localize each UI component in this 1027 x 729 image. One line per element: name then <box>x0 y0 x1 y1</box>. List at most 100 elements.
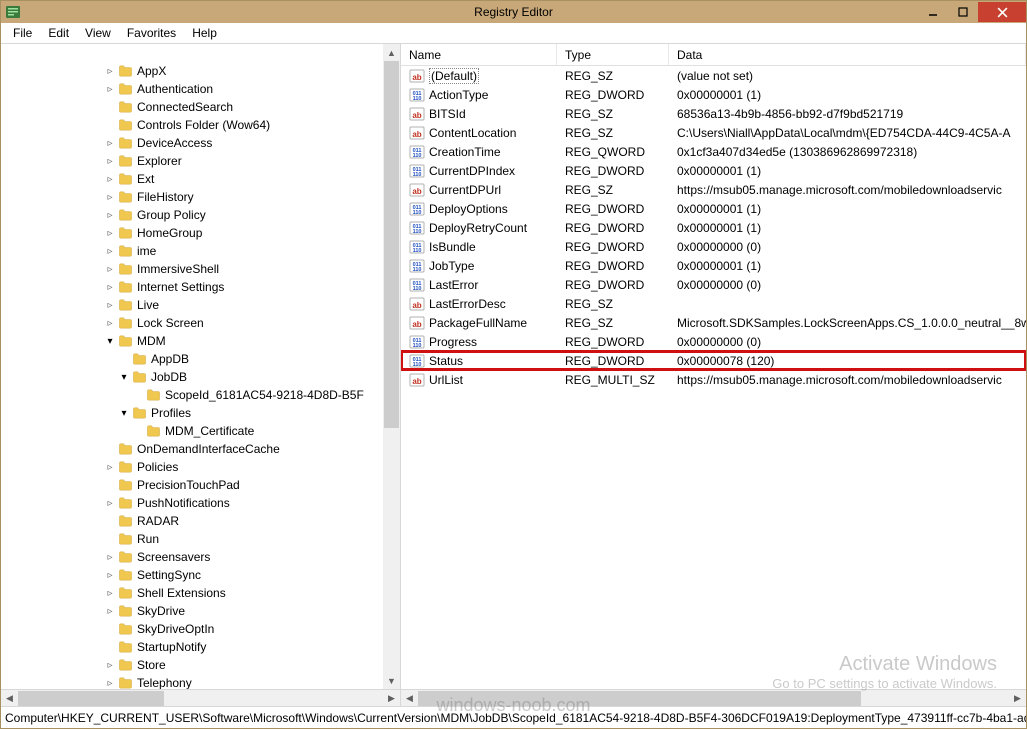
tree-item[interactable]: ▹Store <box>5 656 400 674</box>
column-header-type[interactable]: Type <box>557 44 669 65</box>
tree-item[interactable]: ▹PushNotifications <box>5 494 400 512</box>
tree-item[interactable]: ▹Screensavers <box>5 548 400 566</box>
expand-icon[interactable]: ▹ <box>103 318 117 329</box>
collapse-icon[interactable]: ▾ <box>117 408 131 419</box>
tree-hscrollbar[interactable]: ◀ ▶ <box>1 689 400 706</box>
values-hscrollbar[interactable]: ◀ ▶ <box>401 689 1026 706</box>
expand-icon[interactable]: ▹ <box>103 552 117 563</box>
expand-icon[interactable]: ▹ <box>103 228 117 239</box>
tree-item[interactable]: ▹DeviceAccess <box>5 134 400 152</box>
expand-icon[interactable]: ▹ <box>103 282 117 293</box>
tree-item[interactable]: ▾MDM <box>5 332 400 350</box>
tree-item[interactable]: ▹SkyDrive <box>5 602 400 620</box>
tree-item[interactable]: ▾Profiles <box>5 404 400 422</box>
value-row[interactable]: 011110StatusREG_DWORD0x00000078 (120) <box>401 351 1026 370</box>
expand-icon[interactable]: ▹ <box>103 498 117 509</box>
close-button[interactable] <box>978 2 1026 22</box>
value-row[interactable]: 011110CurrentDPIndexREG_DWORD0x00000001 … <box>401 161 1026 180</box>
tree-item[interactable]: ▹AppX <box>5 62 400 80</box>
tree-item[interactable]: ▹HomeGroup <box>5 224 400 242</box>
tree-item[interactable]: ▹ime <box>5 242 400 260</box>
expand-icon[interactable]: ▹ <box>103 84 117 95</box>
tree-item[interactable]: Controls Folder (Wow64) <box>5 116 400 134</box>
value-row[interactable]: 011110ProgressREG_DWORD0x00000000 (0) <box>401 332 1026 351</box>
tree-vscrollbar[interactable]: ▲ ▼ <box>383 44 400 689</box>
menu-help[interactable]: Help <box>184 24 225 42</box>
tree-item[interactable]: ▹Lock Screen <box>5 314 400 332</box>
expand-icon[interactable]: ▹ <box>103 588 117 599</box>
column-header-data[interactable]: Data <box>669 44 1026 65</box>
tree-item[interactable]: ▹Telephony <box>5 674 400 689</box>
expand-icon[interactable]: ▹ <box>103 66 117 77</box>
collapse-icon[interactable]: ▾ <box>103 336 117 347</box>
expand-icon[interactable]: ▹ <box>103 570 117 581</box>
scroll-left-icon[interactable]: ◀ <box>401 690 418 707</box>
value-row[interactable]: 011110LastErrorREG_DWORD0x00000000 (0) <box>401 275 1026 294</box>
tree-item[interactable]: ▹Policies <box>5 458 400 476</box>
value-row[interactable]: 011110CreationTimeREG_QWORD0x1cf3a407d34… <box>401 142 1026 161</box>
expand-icon[interactable]: ▹ <box>103 174 117 185</box>
tree-item[interactable]: ConnectedSearch <box>5 98 400 116</box>
expand-icon[interactable]: ▹ <box>103 264 117 275</box>
value-row[interactable]: ab(Default)REG_SZ(value not set) <box>401 66 1026 85</box>
value-row[interactable]: abCurrentDPUrlREG_SZhttps://msub05.manag… <box>401 180 1026 199</box>
scroll-thumb[interactable] <box>18 691 164 706</box>
scroll-right-icon[interactable]: ▶ <box>383 690 400 707</box>
scroll-right-icon[interactable]: ▶ <box>1009 690 1026 707</box>
tree-item[interactable]: ▹Live <box>5 296 400 314</box>
expand-icon[interactable]: ▹ <box>103 660 117 671</box>
tree-scroll[interactable]: ▹AppX▹AuthenticationConnectedSearchContr… <box>1 44 400 689</box>
value-row[interactable]: 011110DeployOptionsREG_DWORD0x00000001 (… <box>401 199 1026 218</box>
maximize-button[interactable] <box>948 2 978 22</box>
value-row[interactable]: abUrlListREG_MULTI_SZhttps://msub05.mana… <box>401 370 1026 389</box>
tree-item[interactable]: ▹Internet Settings <box>5 278 400 296</box>
column-header-name[interactable]: Name <box>401 44 557 65</box>
menu-favorites[interactable]: Favorites <box>119 24 184 42</box>
tree-item[interactable]: RADAR <box>5 512 400 530</box>
tree-item[interactable]: ▹Authentication <box>5 80 400 98</box>
tree-item[interactable]: AppDB <box>5 350 400 368</box>
tree-item[interactable]: MDM_Certificate <box>5 422 400 440</box>
expand-icon[interactable]: ▹ <box>103 462 117 473</box>
tree-item[interactable]: ▹Explorer <box>5 152 400 170</box>
tree-item[interactable]: OnDemandInterfaceCache <box>5 440 400 458</box>
tree-item[interactable]: ScopeId_6181AC54-9218-4D8D-B5F <box>5 386 400 404</box>
values-list[interactable]: ab(Default)REG_SZ(value not set)011110Ac… <box>401 66 1026 689</box>
scroll-thumb[interactable] <box>384 61 399 428</box>
minimize-button[interactable] <box>918 2 948 22</box>
scroll-up-icon[interactable]: ▲ <box>383 44 400 61</box>
expand-icon[interactable]: ▹ <box>103 606 117 617</box>
expand-icon[interactable]: ▹ <box>103 192 117 203</box>
scroll-down-icon[interactable]: ▼ <box>383 672 400 689</box>
expand-icon[interactable]: ▹ <box>103 210 117 221</box>
value-row[interactable]: abPackageFullNameREG_SZMicrosoft.SDKSamp… <box>401 313 1026 332</box>
expand-icon[interactable]: ▹ <box>103 300 117 311</box>
expand-icon[interactable]: ▹ <box>103 678 117 689</box>
value-row[interactable]: abContentLocationREG_SZC:\Users\Niall\Ap… <box>401 123 1026 142</box>
tree-item[interactable]: ▹FileHistory <box>5 188 400 206</box>
value-row[interactable]: 011110IsBundleREG_DWORD0x00000000 (0) <box>401 237 1026 256</box>
tree-item[interactable]: ▾JobDB <box>5 368 400 386</box>
titlebar[interactable]: Registry Editor <box>1 1 1026 23</box>
value-row[interactable]: 011110ActionTypeREG_DWORD0x00000001 (1) <box>401 85 1026 104</box>
expand-icon[interactable]: ▹ <box>103 138 117 149</box>
tree-item[interactable]: PrecisionTouchPad <box>5 476 400 494</box>
scroll-thumb[interactable] <box>418 691 861 706</box>
menu-edit[interactable]: Edit <box>40 24 77 42</box>
menu-view[interactable]: View <box>77 24 119 42</box>
tree-item[interactable]: SkyDriveOptIn <box>5 620 400 638</box>
value-row[interactable]: 011110JobTypeREG_DWORD0x00000001 (1) <box>401 256 1026 275</box>
tree-item[interactable]: Run <box>5 530 400 548</box>
registry-tree[interactable]: ▹AppX▹AuthenticationConnectedSearchContr… <box>1 62 400 689</box>
expand-icon[interactable]: ▹ <box>103 156 117 167</box>
value-row[interactable]: abLastErrorDescREG_SZ <box>401 294 1026 313</box>
collapse-icon[interactable]: ▾ <box>117 372 131 383</box>
tree-item[interactable]: StartupNotify <box>5 638 400 656</box>
value-row[interactable]: abBITSIdREG_SZ68536a13-4b9b-4856-bb92-d7… <box>401 104 1026 123</box>
scroll-left-icon[interactable]: ◀ <box>1 690 18 707</box>
tree-item[interactable]: ▹Group Policy <box>5 206 400 224</box>
tree-item[interactable]: ▹Shell Extensions <box>5 584 400 602</box>
tree-item[interactable]: ▹SettingSync <box>5 566 400 584</box>
tree-item[interactable]: ▹Ext <box>5 170 400 188</box>
expand-icon[interactable]: ▹ <box>103 246 117 257</box>
